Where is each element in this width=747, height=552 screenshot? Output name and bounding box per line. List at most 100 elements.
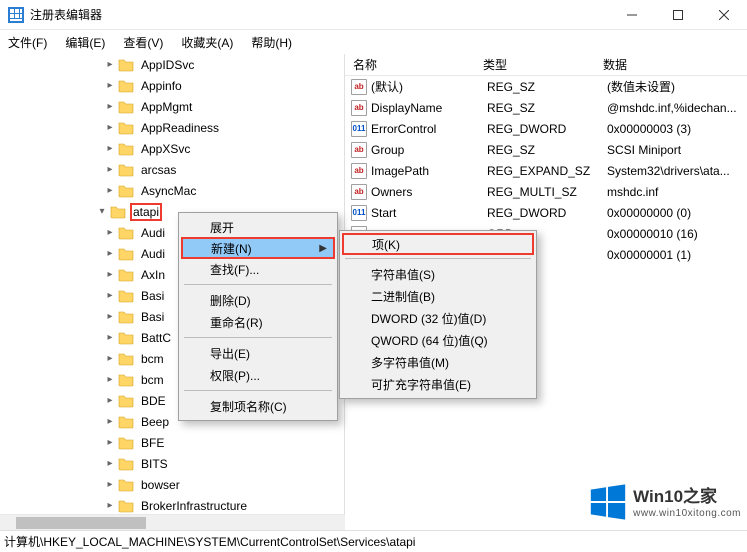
expand-icon[interactable]: ▸ (104, 311, 116, 323)
cell-name: DisplayName (371, 101, 481, 115)
expand-icon[interactable]: ▸ (104, 80, 116, 92)
folder-icon (118, 57, 134, 73)
folder-icon (118, 246, 134, 262)
menu-item[interactable]: 删除(D) (182, 289, 334, 311)
tree-item[interactable]: ▸Appinfo (0, 75, 344, 96)
list-row[interactable]: abOwnersREG_MULTI_SZmshdc.inf (345, 181, 747, 202)
tree-item[interactable]: ▸AppIDSvc (0, 54, 344, 75)
menu-item[interactable]: 多字符串值(M) (343, 351, 533, 373)
menu-separator (184, 337, 332, 338)
menu-item[interactable]: 重命名(R) (182, 311, 334, 333)
value-string-icon: ab (351, 184, 367, 200)
tree-item[interactable]: ▸AppMgmt (0, 96, 344, 117)
folder-icon (118, 183, 134, 199)
tree-label: AxIn (138, 267, 168, 283)
tree-item[interactable]: ▸BITS (0, 453, 344, 474)
tree-hscrollbar[interactable] (0, 514, 345, 530)
expand-icon[interactable]: ▸ (104, 395, 116, 407)
list-row[interactable]: abImagePathREG_EXPAND_SZSystem32\drivers… (345, 160, 747, 181)
expand-icon[interactable]: ▸ (104, 122, 116, 134)
maximize-button[interactable] (655, 0, 701, 30)
col-header-data[interactable]: 数据 (595, 56, 747, 73)
tree-label: BrokerInfrastructure (138, 498, 250, 514)
cell-type: REG_SZ (481, 143, 601, 157)
expand-icon[interactable]: ▸ (104, 227, 116, 239)
menu-item[interactable]: 展开 (182, 216, 334, 238)
list-row[interactable]: 011ErrorControlREG_DWORD0x00000003 (3) (345, 118, 747, 139)
cell-data: 0x00000003 (3) (601, 122, 747, 136)
list-row[interactable]: abDisplayNameREG_SZ@mshdc.inf,%idechan..… (345, 97, 747, 118)
expand-icon[interactable]: ▸ (104, 248, 116, 260)
menu-item[interactable]: 二进制值(B) (343, 285, 533, 307)
expand-icon[interactable]: ▸ (104, 185, 116, 197)
list-row[interactable]: abGroupREG_SZSCSI Miniport (345, 139, 747, 160)
menu-item-label: 复制项名称(C) (210, 398, 287, 415)
menu-item[interactable]: 新建(N)▶ (181, 237, 335, 259)
menu-item-label: 删除(D) (210, 292, 251, 309)
expand-icon[interactable]: ▸ (104, 458, 116, 470)
cell-type: REG_SZ (481, 101, 601, 115)
tree-item[interactable]: ▸arcsas (0, 159, 344, 180)
cell-data: System32\drivers\ata... (601, 164, 747, 178)
tree-item[interactable]: ▸bowser (0, 474, 344, 495)
tree-label: BDE (138, 393, 169, 409)
list-row[interactable]: ab(默认)REG_SZ(数值未设置) (345, 76, 747, 97)
context-menu[interactable]: 展开新建(N)▶查找(F)... 删除(D) 重命名(R) 导出(E)权限(P)...… (178, 212, 338, 421)
tree-label: BattC (138, 330, 174, 346)
menu-item[interactable]: 项(K) (342, 233, 534, 255)
menu-edit[interactable]: 编辑(E) (63, 32, 107, 53)
menu-file[interactable]: 文件(F) (6, 32, 49, 53)
tree-item[interactable]: ▸ AppReadiness (0, 117, 344, 138)
col-header-type[interactable]: 类型 (475, 56, 595, 73)
menu-item[interactable]: 字符串值(S) (343, 263, 533, 285)
folder-icon (118, 78, 134, 94)
expand-icon[interactable]: ▸ (104, 374, 116, 386)
tree-item[interactable]: ▸ BrokerInfrastructure (0, 495, 344, 514)
menu-separator (345, 258, 531, 259)
menu-item[interactable]: 导出(E) (182, 342, 334, 364)
menu-item[interactable]: 复制项名称(C) (182, 395, 334, 417)
expand-icon[interactable]: ▸ (104, 269, 116, 281)
menu-item[interactable]: QWORD (64 位)值(Q) (343, 329, 533, 351)
expand-icon[interactable]: ▸ (104, 101, 116, 113)
expand-icon[interactable]: ▸ (104, 290, 116, 302)
folder-icon (118, 498, 134, 514)
menu-item[interactable]: 查找(F)... (182, 258, 334, 280)
close-button[interactable] (701, 0, 747, 30)
tree-label: Audi (138, 246, 168, 262)
expand-icon[interactable]: ▸ (104, 416, 116, 428)
menu-favorites[interactable]: 收藏夹(A) (179, 32, 235, 53)
minimize-button[interactable] (609, 0, 655, 30)
col-header-name[interactable]: 名称 (345, 56, 475, 73)
value-string-icon: ab (351, 79, 367, 95)
expand-icon[interactable]: ▸ (104, 437, 116, 449)
menu-item[interactable]: 可扩充字符串值(E) (343, 373, 533, 395)
list-row[interactable]: 011StartREG_DWORD0x00000000 (0) (345, 202, 747, 223)
submenu-arrow-icon: ▶ (319, 243, 327, 254)
expand-icon[interactable]: ▸ (104, 479, 116, 491)
menu-item[interactable]: 权限(P)... (182, 364, 334, 386)
tree-item[interactable]: ▸AsyncMac (0, 180, 344, 201)
expand-icon[interactable]: ▸ (104, 332, 116, 344)
expand-icon[interactable]: ▾ (96, 206, 108, 218)
value-string-icon: ab (351, 100, 367, 116)
cell-data: mshdc.inf (601, 185, 747, 199)
tree-item[interactable]: ▸BFE (0, 432, 344, 453)
tree-label: AppReadiness (138, 120, 222, 136)
menu-help[interactable]: 帮助(H) (249, 32, 294, 53)
watermark-url: www.win10xitong.com (633, 508, 741, 520)
expand-icon[interactable]: ▸ (104, 500, 116, 512)
menu-view[interactable]: 查看(V) (121, 32, 165, 53)
expand-icon[interactable]: ▸ (104, 164, 116, 176)
cell-name: Owners (371, 185, 481, 199)
folder-icon (118, 141, 134, 157)
context-submenu-new[interactable]: 项(K) 字符串值(S)二进制值(B)DWORD (32 位)值(D)QWORD … (339, 230, 537, 399)
expand-icon[interactable]: ▸ (104, 353, 116, 365)
expand-icon[interactable]: ▸ (104, 143, 116, 155)
value-string-icon: ab (351, 142, 367, 158)
scrollbar-thumb[interactable] (16, 517, 146, 529)
menu-item[interactable]: DWORD (32 位)值(D) (343, 307, 533, 329)
tree-item[interactable]: ▸AppXSvc (0, 138, 344, 159)
expand-icon[interactable]: ▸ (104, 59, 116, 71)
cell-data: 0x00000000 (0) (601, 206, 747, 220)
